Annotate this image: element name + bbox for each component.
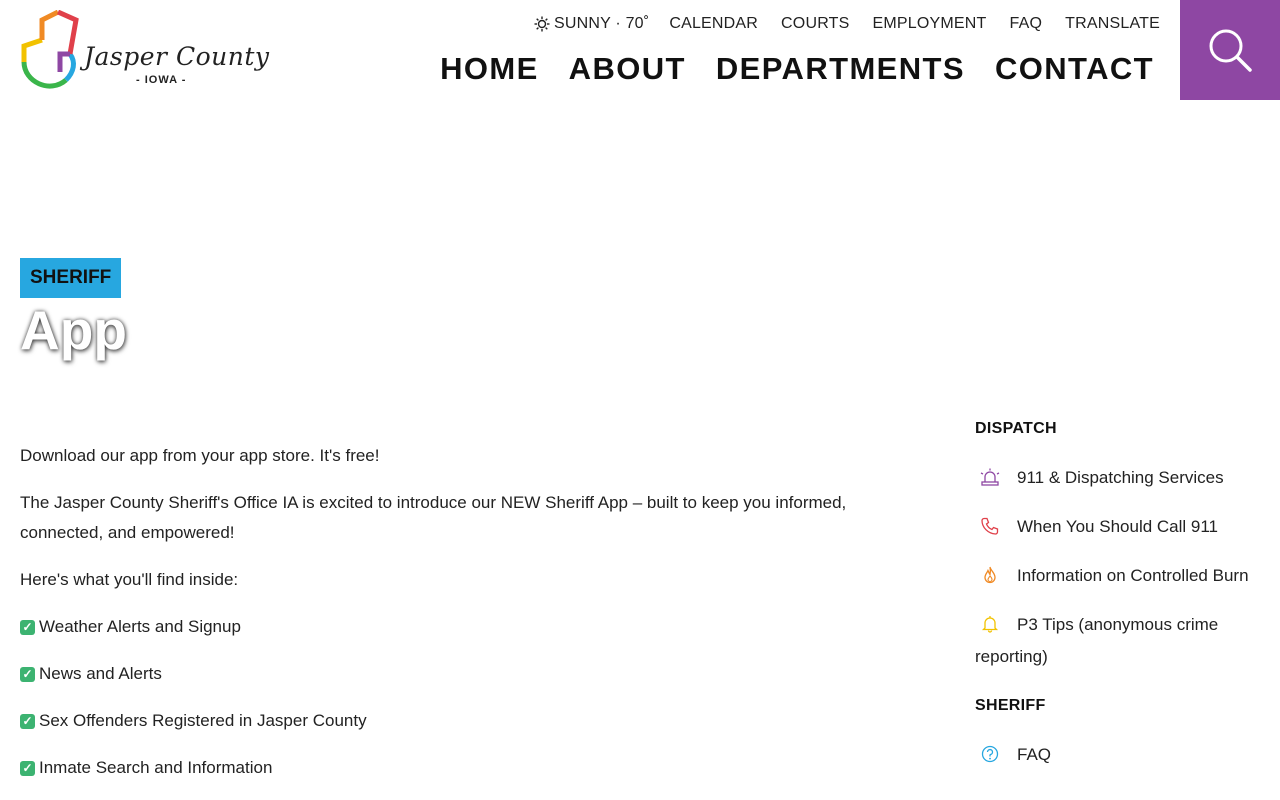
checkmark-icon: ✓ (20, 714, 35, 729)
nav-departments[interactable]: DEPARTMENTS (716, 51, 965, 87)
bell-icon (981, 616, 999, 633)
feature-item: ✓ Inmate Search and Information (20, 753, 900, 783)
utility-link-translate[interactable]: TRANSLATE (1065, 15, 1160, 33)
siren-icon (980, 468, 1000, 486)
utility-link-faq[interactable]: FAQ (1010, 15, 1043, 33)
logo-state: - IOWA - (136, 74, 187, 86)
nav-home[interactable]: HOME (440, 51, 539, 87)
sun-icon (534, 16, 550, 32)
checkmark-icon: ✓ (20, 761, 35, 776)
checkmark-icon: ✓ (20, 620, 35, 635)
logo-name: Jasper County (84, 42, 270, 71)
logo-mark-icon (21, 10, 79, 89)
sidebar-heading-dispatch: DISPATCH (975, 420, 1057, 437)
sidebar-link-dispatching-services[interactable]: 911 & Dispatching Services (975, 462, 1275, 494)
search-icon (1209, 29, 1252, 72)
sidebar: DISPATCH 911 & Dispatching Services When… (975, 420, 1275, 771)
nav-about[interactable]: ABOUT (569, 51, 686, 87)
utility-link-courts[interactable]: COURTS (781, 15, 849, 33)
description-paragraph: The Jasper County Sheriff's Office IA is… (20, 493, 847, 542)
search-button[interactable] (1180, 0, 1280, 100)
feature-item: ✓ Sex Offenders Registered in Jasper Coun… (20, 706, 900, 736)
sidebar-link-faq[interactable]: FAQ (975, 739, 1275, 771)
sheriff-links: FAQ (975, 739, 1275, 771)
utility-nav: SUNNY · 70˚ CALENDAR COURTS EMPLOYMENT F… (534, 15, 1160, 33)
feature-item: ✓ Weather Alerts and Signup (20, 612, 900, 642)
feature-item: ✓ News and Alerts (20, 659, 900, 689)
sidebar-link-p3-tips[interactable]: P3 Tips (anonymous crime reporting) (975, 609, 1275, 673)
utility-link-calendar[interactable]: CALENDAR (669, 15, 758, 33)
main-content: Download our app from your app store. It… (20, 441, 900, 800)
weather-text: SUNNY · 70˚ (554, 15, 650, 32)
main-nav: HOME ABOUT DEPARTMENTS CONTACT (410, 51, 1154, 87)
features-intro: Here's what you'll find inside: (20, 570, 239, 589)
site-logo[interactable]: Jasper County - IOWA - (20, 10, 269, 92)
sidebar-heading-sheriff: SHERIFF (975, 697, 1046, 714)
question-circle-icon (981, 745, 999, 763)
flame-icon (984, 566, 996, 584)
sidebar-link-when-to-call[interactable]: When You Should Call 911 (975, 511, 1275, 543)
weather-widget: SUNNY · 70˚ (534, 15, 649, 33)
sidebar-link-controlled-burn[interactable]: Information on Controlled Burn (975, 560, 1275, 592)
page-title: App (20, 299, 127, 361)
phone-icon (981, 517, 999, 535)
dispatch-links: 911 & Dispatching Services When You Shou… (975, 462, 1275, 673)
checkmark-icon: ✓ (20, 667, 35, 682)
utility-link-employment[interactable]: EMPLOYMENT (873, 15, 987, 33)
intro-paragraph: Download our app from your app store. It… (20, 446, 380, 465)
department-badge[interactable]: SHERIFF (20, 258, 122, 298)
nav-contact[interactable]: CONTACT (995, 51, 1154, 87)
